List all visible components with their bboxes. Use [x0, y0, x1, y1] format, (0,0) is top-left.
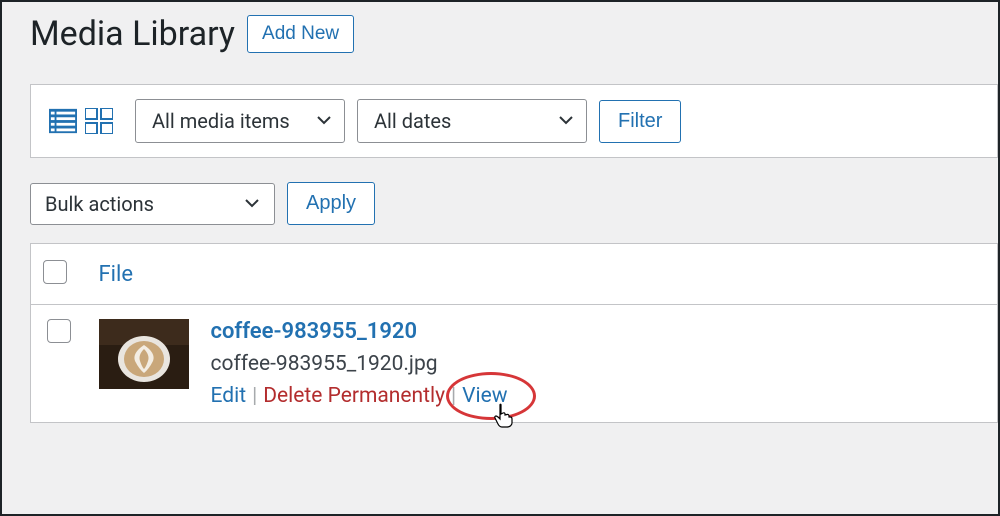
file-name: coffee-983955_1920.jpg [211, 352, 508, 376]
chevron-down-icon [558, 109, 574, 133]
media-table: File [30, 243, 998, 423]
date-selected: All dates [374, 109, 451, 133]
column-file[interactable]: File [99, 262, 134, 287]
view-link[interactable]: View [462, 384, 507, 408]
row-actions: Edit | Delete Permanently | View [211, 384, 508, 408]
apply-button[interactable]: Apply [287, 182, 375, 225]
edit-link[interactable]: Edit [211, 384, 247, 408]
row-checkbox[interactable] [47, 319, 71, 343]
bulk-selected: Bulk actions [45, 192, 154, 216]
file-title[interactable]: coffee-983955_1920 [211, 319, 508, 344]
table-row: coffee-983955_1920 coffee-983955_1920.jp… [31, 305, 998, 423]
bulk-actions-select[interactable]: Bulk actions [30, 183, 275, 225]
page-title: Media Library [30, 12, 235, 56]
media-type-selected: All media items [152, 109, 290, 133]
chevron-down-icon [316, 109, 332, 133]
separator: | [252, 384, 257, 408]
separator: | [451, 384, 456, 408]
media-type-select[interactable]: All media items [135, 99, 345, 143]
filter-bar: All media items All dates Filter [30, 84, 998, 158]
list-view-icon[interactable] [49, 107, 77, 135]
grid-view-icon[interactable] [85, 107, 113, 135]
chevron-down-icon [244, 192, 260, 216]
add-new-button[interactable]: Add New [247, 15, 354, 53]
date-select[interactable]: All dates [357, 99, 587, 143]
select-all-checkbox[interactable] [43, 260, 67, 284]
delete-permanently-link[interactable]: Delete Permanently [263, 384, 445, 408]
media-thumbnail[interactable] [99, 319, 189, 389]
filter-button[interactable]: Filter [599, 100, 681, 143]
